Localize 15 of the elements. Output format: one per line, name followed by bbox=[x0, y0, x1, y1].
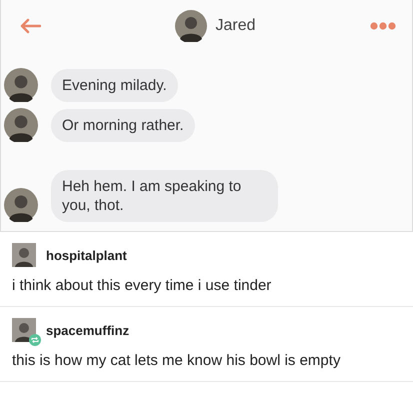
avatar-icon[interactable] bbox=[175, 10, 208, 42]
back-arrow-icon[interactable] bbox=[19, 18, 41, 34]
avatar-icon bbox=[4, 68, 38, 102]
message-bubble: Evening milady. bbox=[51, 69, 178, 102]
message-bubble: Heh hem. I am speaking to you, thot. bbox=[51, 170, 278, 222]
contact-name: Jared bbox=[215, 17, 256, 35]
username[interactable]: hospitalplant bbox=[46, 248, 127, 262]
post-text: this is how my cat lets me know his bowl is empty bbox=[12, 352, 342, 369]
username[interactable]: spacemuffinz bbox=[46, 322, 130, 338]
post-text: i think about this every time i use tinder bbox=[12, 277, 272, 294]
avatar-icon bbox=[4, 108, 38, 142]
message-bubble: Or morning rather. bbox=[51, 109, 195, 142]
more-options-icon[interactable] bbox=[370, 22, 396, 30]
avatar-icon bbox=[4, 188, 38, 222]
avatar-icon[interactable] bbox=[12, 318, 36, 342]
